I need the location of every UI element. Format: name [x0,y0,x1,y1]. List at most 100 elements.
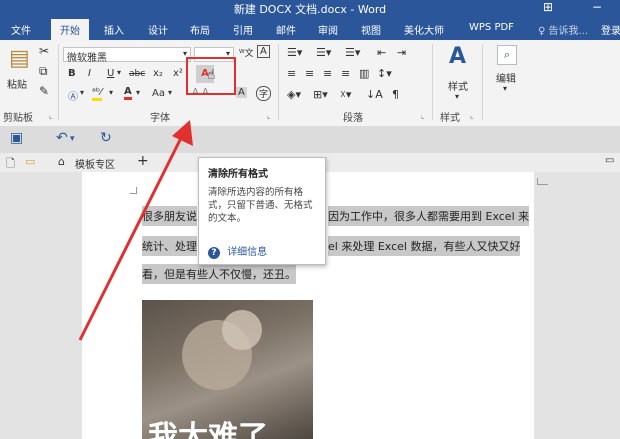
margin-mark [130,187,137,194]
cat-photo[interactable]: 我太难了 [142,300,313,439]
line-spacing-icon[interactable]: ↕▾ [377,67,392,80]
paragraph-launcher-icon[interactable]: ⌞ [421,111,425,120]
ribbon: ▤ 粘贴 ✂ ⧉ ✎ 剪贴板 ⌞ 微软雅黑 ▾ ▾ ᵂ文 A B I U ▾ a… [0,40,620,127]
tab-file[interactable]: 文件 [11,22,31,37]
italic-button[interactable]: I [88,68,91,79]
tab-review[interactable]: 审阅 [318,22,338,37]
paragraph-line[interactable]: 很多朋友说 [142,206,197,226]
text-effects-icon[interactable]: Ⓐ [68,88,78,103]
minimize-icon[interactable]: − [592,0,602,14]
paragraph-line[interactable]: 统计、处理 [142,236,197,256]
enclose-char-icon[interactable]: 字 [256,86,272,101]
tab-home[interactable]: 开始 [51,19,89,40]
separator [278,44,279,120]
underline-button[interactable]: U [107,68,114,79]
distributed-icon[interactable]: ▥ [359,67,369,80]
chevron-down-icon[interactable]: ▾ [136,88,140,97]
align-right-icon[interactable]: ≡ [323,67,332,80]
paragraph-line[interactable]: 看，但是有些人不仅慢，还丑。 [142,264,296,284]
chevron-down-icon[interactable]: ▾ [117,68,121,77]
add-tab-button[interactable]: + [137,153,149,169]
sort-icon[interactable]: ↓A [366,88,383,101]
cursor-hand-icon: ☝ [207,67,216,83]
more-info-label: 详细信息 [227,247,268,258]
increase-indent-icon[interactable]: ⇥ [397,46,406,59]
ribbon-tabs: 文件 开始 插入 设计 布局 引用 邮件 审阅 视图 美化大师 WPS PDF … [0,17,620,40]
quick-access-toolbar: ▣ ↶ ▾ ↻ [0,126,620,153]
font-color-button[interactable]: A [124,86,132,100]
copy-icon[interactable]: ⧉ [39,64,48,79]
chevron-down-icon[interactable]: ▾ [168,88,172,97]
help-icon: ? [208,247,220,259]
redo-icon[interactable]: ↻ [100,130,112,146]
tab-templates[interactable]: 模板专区 [75,156,115,171]
paragraph-line[interactable]: el 来处理 Excel 数据，有些人又快又好 [328,236,521,256]
styles-button-label[interactable]: 样式 [448,78,468,93]
home-icon[interactable]: ⌂ [58,155,65,168]
save-icon[interactable]: ▣ [10,130,23,146]
tab-layout[interactable]: 布局 [190,22,210,37]
tab-beautify[interactable]: 美化大师 [404,22,444,37]
char-shading-icon[interactable]: A [236,87,247,98]
tell-me-search[interactable]: ♀ 告诉我... [538,22,588,37]
restore-icon[interactable]: ⊞ [543,0,553,14]
edit-button-label[interactable]: 编辑 [496,70,516,85]
tab-design[interactable]: 设计 [148,22,168,37]
numbering-icon[interactable]: ☰▾ [316,46,331,59]
chevron-down-icon[interactable]: ▾ [70,134,75,144]
show-marks-icon[interactable]: ¶ [392,88,399,101]
font-name-dropdown[interactable]: 微软雅黑 ▾ [63,47,191,64]
styles-icon[interactable]: A [449,44,466,69]
highlight-color-icon[interactable]: ᵃᵇ⁄ [92,87,102,101]
sign-in-link[interactable]: 登录 [601,22,620,37]
chevron-down-icon[interactable]: ▾ [503,84,507,93]
subscript-button[interactable]: x₂ [153,68,163,79]
layout-toggle-icon[interactable]: ▭ [605,155,614,166]
tab-wps-pdf[interactable]: WPS PDF [469,22,514,33]
decrease-indent-icon[interactable]: ⇤ [377,46,386,59]
bold-button[interactable]: B [68,68,76,79]
separator [58,44,59,120]
find-icon[interactable]: ⌕ [497,45,517,65]
group-label-styles: 样式 [440,113,460,124]
paste-icon[interactable]: ▤ [9,46,30,71]
tab-view[interactable]: 视图 [361,22,381,37]
clipboard-launcher-icon[interactable]: ⌞ [49,111,53,120]
font-name-value: 微软雅黑 [67,53,107,64]
tab-references[interactable]: 引用 [233,22,253,37]
paragraph-line[interactable]: 因为工作中，很多人都需要用到 Excel 来 [328,206,530,226]
chevron-down-icon[interactable]: ▾ [80,88,84,97]
change-case-button[interactable]: Aa [152,88,165,99]
tell-me-label: 告诉我... [548,26,589,37]
tab-mailings[interactable]: 邮件 [276,22,296,37]
image-caption: 我太难了 [148,420,268,439]
justify-icon[interactable]: ≡ [341,67,350,80]
strikethrough-button[interactable]: abc [129,69,145,79]
format-painter-icon[interactable]: ✎ [39,84,49,98]
bullets-icon[interactable]: ☰▾ [287,46,302,59]
shading-icon[interactable]: ◈▾ [287,88,301,101]
chevron-down-icon[interactable]: ▾ [455,92,459,101]
align-center-icon[interactable]: ≡ [305,67,314,80]
separator [432,44,433,120]
font-launcher-icon[interactable]: ⌞ [267,111,271,120]
borders-icon[interactable]: ⊞▾ [313,88,328,101]
tooltip-more-info[interactable]: ? 详细信息 [208,243,267,259]
styles-launcher-icon[interactable]: ⌞ [470,111,474,120]
superscript-button[interactable]: x² [173,68,183,79]
chevron-down-icon[interactable]: ▾ [109,88,113,97]
tooltip-description: 清除所选内容的所有格式，只留下普通、无格式的文本。 [208,187,313,224]
tab-insert[interactable]: 插入 [104,22,124,37]
char-border-icon[interactable]: A [257,45,270,58]
multilevel-list-icon[interactable]: ☰▾ [345,46,360,59]
margin-mark [537,178,548,185]
folder-icon[interactable]: ▭ [25,155,35,168]
cut-icon[interactable]: ✂ [39,44,49,58]
phonetic-guide-icon[interactable]: ᵂ文 [239,46,254,59]
text-segment: 看，但是有些人不仅慢，还丑。 [142,268,296,281]
chinese-layout-icon[interactable]: ☓▾ [340,88,351,101]
paste-label[interactable]: 粘贴 [7,76,27,91]
undo-icon[interactable]: ↶ [56,130,68,146]
align-left-icon[interactable]: ≡ [287,67,296,80]
title-bar: 新建 DOCX 文档.docx - Word ⊞ − [0,0,620,17]
